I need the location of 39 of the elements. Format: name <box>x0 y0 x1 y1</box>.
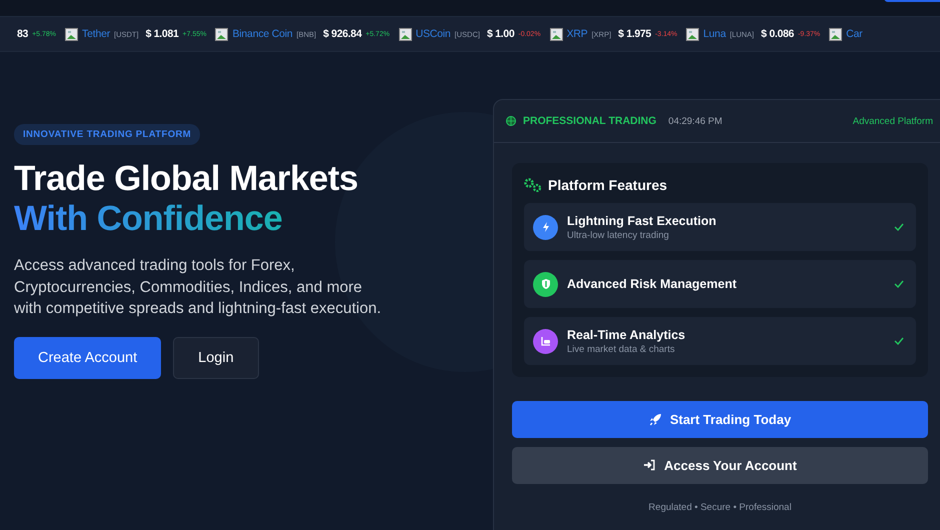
rocket-icon <box>648 413 662 426</box>
broken-image-icon <box>398 28 412 40</box>
coin-name[interactable]: Binance Coin <box>232 28 293 40</box>
coin-name[interactable]: Tether <box>82 28 110 40</box>
feature-description: Ultra-low latency trading <box>567 230 670 240</box>
hero-description: Access advanced trading tools for Forex, Cryptocurrencies, Commodities, Indices, and more with competitive spreads and lightning-fast execution. <box>14 256 382 319</box>
coin-name[interactable]: Car <box>846 28 862 40</box>
create-account-button[interactable]: Create Account <box>14 336 162 378</box>
coin-name[interactable]: XRP <box>566 28 588 40</box>
gears-icon <box>524 178 542 192</box>
footer-note: Regulated • Secure • Professional <box>648 502 792 513</box>
clock-time: 04:29:46 PM <box>668 116 722 126</box>
feature-title: Advanced Risk Management <box>567 277 738 291</box>
coin-price: $ 926.84 <box>323 28 362 40</box>
coin-price: $ 0.086 <box>761 28 794 40</box>
coin-name[interactable]: USCoin <box>416 28 451 40</box>
coin-price: $ 1.00 <box>486 28 514 40</box>
feature-title: Real-Time Analytics <box>567 328 686 342</box>
coin-price: $ 1.975 <box>618 28 652 40</box>
platform-tag: Advanced Platform <box>852 116 933 126</box>
broken-image-icon <box>550 28 563 40</box>
broken-image-icon <box>215 28 228 40</box>
coin-price: 83 <box>17 28 28 40</box>
features-title: Platform Features <box>548 177 668 193</box>
broken-image-icon <box>65 28 78 40</box>
sign-in-icon <box>643 459 656 472</box>
platform-badge: INNOVATIVE TRADING PLATFORM <box>14 124 200 145</box>
broken-image-icon <box>686 28 700 40</box>
status-label: PROFESSIONAL TRADING <box>523 115 656 127</box>
broken-image-icon <box>829 28 842 40</box>
hero-title: Trade Global Markets <box>14 159 358 198</box>
feature-description: Live market data & charts <box>567 344 676 354</box>
login-button[interactable]: Login <box>173 336 259 378</box>
coin-price: $ 1.081 <box>146 28 179 40</box>
start-trading-button[interactable]: Start Trading Today <box>512 401 928 438</box>
feature-title: Lightning Fast Execution <box>567 214 718 228</box>
access-account-button[interactable]: Access Your Account <box>512 447 928 484</box>
globe-icon <box>506 116 516 126</box>
coin-name[interactable]: Luna <box>703 28 726 40</box>
